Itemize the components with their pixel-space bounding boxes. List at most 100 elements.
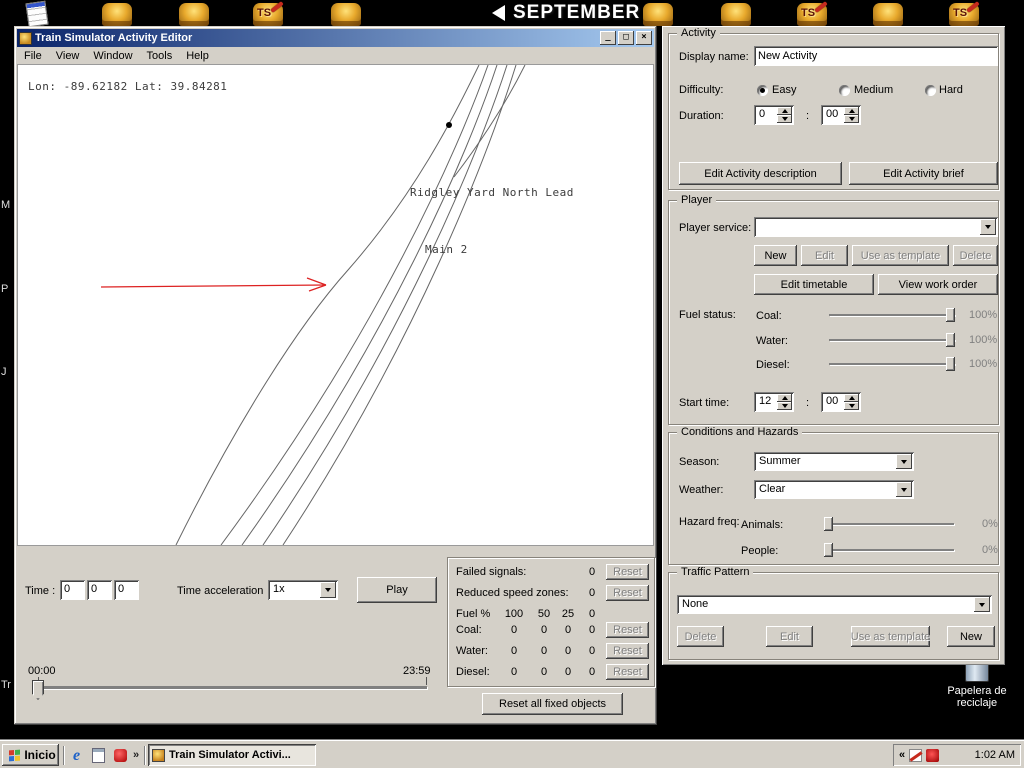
edit-activity-brief-button[interactable]: Edit Activity brief — [849, 162, 998, 185]
task-button-train-simulator[interactable]: Train Simulator Activi... — [148, 744, 316, 766]
menu-tools[interactable]: Tools — [140, 48, 180, 64]
difficulty-medium-radio[interactable] — [839, 85, 850, 96]
edit-timetable-button[interactable]: Edit timetable — [754, 274, 874, 295]
time-acceleration-dropdown[interactable]: 1x — [268, 580, 338, 600]
duration-hours-spinner[interactable]: 0 — [754, 105, 794, 125]
internet-explorer-icon[interactable]: e — [68, 747, 85, 764]
train-simulator-icon: TS — [949, 3, 979, 26]
slider-thumb[interactable] — [946, 308, 955, 322]
coal-fuel-slider[interactable] — [829, 308, 955, 322]
traffic-use-as-template-button[interactable]: Use as template — [851, 626, 930, 647]
quick-launch-app-icon[interactable] — [112, 747, 129, 764]
quick-launch-overflow-chevron[interactable]: » — [133, 749, 139, 761]
coal-label: Coal: — [756, 310, 782, 322]
player-new-button[interactable]: New — [754, 245, 797, 266]
clipped-desktop-label: Tr — [1, 679, 11, 691]
slider-thumb[interactable] — [824, 517, 833, 531]
slider-thumb[interactable] — [946, 333, 955, 347]
difficulty-hard-radio[interactable] — [925, 85, 936, 96]
spin-up-icon[interactable] — [777, 107, 792, 115]
reset-diesel-button[interactable]: Reset — [606, 664, 649, 680]
player-service-dropdown[interactable] — [754, 217, 998, 237]
timeline-slider-track[interactable] — [37, 686, 427, 689]
chevron-down-icon[interactable] — [896, 454, 912, 469]
duration-minutes-spinner[interactable]: 00 — [821, 105, 861, 125]
time-seconds-field[interactable]: 0 — [114, 580, 139, 600]
traffic-pattern-dropdown[interactable]: None — [677, 595, 992, 614]
time-minutes-field[interactable]: 0 — [87, 580, 112, 600]
tray-icon-app[interactable] — [926, 749, 939, 762]
view-work-order-button[interactable]: View work order — [878, 274, 998, 295]
edit-activity-description-button[interactable]: Edit Activity description — [679, 162, 842, 185]
menu-window[interactable]: Window — [86, 48, 139, 64]
menu-view[interactable]: View — [49, 48, 87, 64]
desktop-icon-treasure-3[interactable] — [329, 1, 363, 27]
show-desktop-icon[interactable] — [90, 747, 107, 764]
slider-thumb[interactable] — [824, 543, 833, 557]
reset-reduced-speed-button[interactable]: Reset — [606, 585, 649, 601]
chevron-down-icon[interactable] — [896, 482, 912, 497]
desktop-icon-treasure-5[interactable] — [719, 1, 753, 27]
desktop-icon-ts-1[interactable]: TS — [251, 1, 285, 27]
spin-down-icon[interactable] — [844, 115, 859, 123]
difficulty-hard-label: Hard — [939, 84, 963, 96]
traffic-delete-button[interactable]: Delete — [677, 626, 724, 647]
ts-icon-label: TS — [257, 7, 271, 19]
animals-hazard-slider[interactable] — [824, 517, 954, 531]
water-fuel-slider[interactable] — [829, 333, 955, 347]
chevron-down-icon[interactable] — [980, 219, 996, 235]
diesel-fuel-slider[interactable] — [829, 357, 955, 371]
spin-up-icon[interactable] — [844, 107, 859, 115]
desktop-icon-notepad[interactable] — [20, 1, 54, 27]
spin-down-icon[interactable] — [777, 115, 792, 123]
desktop-icon-ts-2[interactable]: TS — [795, 1, 829, 27]
difficulty-easy-radio[interactable] — [757, 85, 768, 96]
people-hazard-slider[interactable] — [824, 543, 954, 557]
window-titlebar[interactable]: Train Simulator Activity Editor _ □ × — [17, 29, 654, 47]
reset-failed-signals-button[interactable]: Reset — [606, 564, 649, 580]
route-map-viewport[interactable]: Lon: -89.62182 Lat: 39.84281 Ridgley Yar… — [17, 64, 654, 546]
start-time-label: Start time: — [679, 397, 729, 409]
player-group-title: Player — [677, 194, 716, 206]
menu-file[interactable]: File — [17, 48, 49, 64]
spin-down-icon[interactable] — [844, 402, 859, 410]
traffic-edit-button[interactable]: Edit — [766, 626, 813, 647]
start-button[interactable]: Inicio — [2, 744, 59, 766]
spin-up-icon[interactable] — [844, 394, 859, 402]
play-button[interactable]: Play — [357, 577, 437, 603]
player-use-as-template-button[interactable]: Use as template — [852, 245, 949, 266]
desktop-icon-treasure-1[interactable] — [100, 1, 134, 27]
tray-icon-mute[interactable] — [909, 749, 922, 762]
display-name-input[interactable] — [754, 46, 998, 66]
desktop-icon-ts-3[interactable]: TS — [947, 1, 981, 27]
chevron-down-icon[interactable] — [974, 597, 990, 612]
spin-down-icon[interactable] — [777, 402, 792, 410]
start-time-hours-spinner[interactable]: 12 — [754, 392, 794, 412]
player-edit-button[interactable]: Edit — [801, 245, 848, 266]
maximize-button[interactable]: □ — [618, 31, 634, 45]
menu-help[interactable]: Help — [179, 48, 216, 64]
fuel-header-row: Fuel % 100 50 25 0 — [448, 606, 654, 623]
time-hours-field[interactable]: 0 — [60, 580, 85, 600]
season-dropdown[interactable]: Summer — [754, 452, 914, 471]
desktop-icon-treasure-6[interactable] — [871, 1, 905, 27]
weather-dropdown[interactable]: Clear — [754, 480, 914, 499]
difficulty-label: Difficulty: — [679, 84, 723, 96]
reset-all-fixed-objects-button[interactable]: Reset all fixed objects — [482, 693, 623, 715]
chevron-down-icon[interactable] — [320, 582, 336, 598]
reset-coal-button[interactable]: Reset — [606, 622, 649, 638]
desktop-icon-treasure-2[interactable] — [177, 1, 211, 27]
timeline-slider-thumb[interactable] — [32, 680, 44, 700]
traffic-new-button[interactable]: New — [947, 626, 995, 647]
slider-thumb[interactable] — [946, 357, 955, 371]
conditions-group-title: Conditions and Hazards — [677, 426, 802, 438]
desktop-icon-treasure-4[interactable] — [641, 1, 675, 27]
player-delete-button[interactable]: Delete — [953, 245, 998, 266]
close-button[interactable]: × — [636, 31, 652, 45]
spin-up-icon[interactable] — [777, 394, 792, 402]
reset-water-button[interactable]: Reset — [606, 643, 649, 659]
tray-overflow-chevron[interactable]: « — [899, 749, 905, 761]
start-time-minutes-spinner[interactable]: 00 — [821, 392, 861, 412]
conditions-group: Conditions and Hazards Season: Summer We… — [668, 432, 999, 565]
minimize-button[interactable]: _ — [600, 31, 616, 45]
